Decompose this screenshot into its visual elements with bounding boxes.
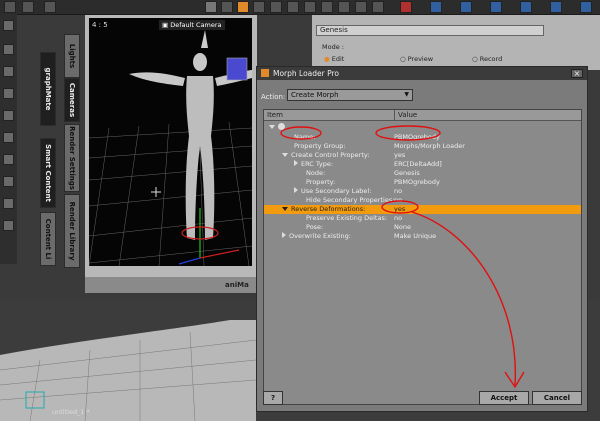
figure-head: [193, 53, 207, 71]
aspect-label: 4 : 5: [92, 21, 108, 29]
toolbar-tool-icon[interactable]: [490, 1, 502, 13]
tab-render-settings[interactable]: Render Settings: [64, 124, 80, 192]
scene-title: untitled_1 *: [52, 408, 90, 416]
camera-gizmo: [226, 57, 248, 81]
collapsed-icon: [294, 187, 298, 193]
tree-row-selected[interactable]: Reverse Deformations: yes: [264, 205, 581, 214]
tree-row[interactable]: Property Group: Morphs/Morph Loader: [264, 142, 581, 151]
viewport-scene: [89, 30, 252, 266]
save-icon[interactable]: [3, 88, 14, 99]
open-icon[interactable]: [3, 44, 14, 55]
undo-icon[interactable]: [3, 154, 14, 165]
figure-left-arm: [129, 72, 185, 86]
top-toolbar: [0, 0, 600, 15]
toolbar-tool-icon[interactable]: [430, 1, 442, 13]
radio-icon: ○: [472, 55, 480, 63]
cancel-button[interactable]: Cancel: [532, 391, 582, 405]
expand-icon: [269, 125, 275, 129]
animate-label: aniMa: [225, 281, 249, 289]
toolbar-tool-icon[interactable]: [4, 1, 16, 13]
toolbar-tool-icon[interactable]: [338, 1, 350, 13]
toolbar-tool-icon[interactable]: [22, 1, 34, 13]
parameters-panel: Genesis Mode : ● Edit ○ Preview ○ Record: [312, 15, 600, 70]
tree-row[interactable]: Node: Genesis: [264, 169, 581, 178]
tab-content-library[interactable]: Content Li: [40, 212, 56, 266]
morph-node-icon: [278, 123, 285, 130]
toolbar-tool-icon[interactable]: [270, 1, 282, 13]
toolbar-tool-icon[interactable]: [520, 1, 532, 13]
pointer-shape: [201, 30, 208, 48]
column-header-value[interactable]: Value: [394, 110, 581, 121]
mode-preview-radio[interactable]: ○ Preview: [400, 55, 433, 63]
tree-row[interactable]: Use Secondary Label: no: [264, 187, 581, 196]
tab-cameras[interactable]: Cameras: [64, 78, 80, 122]
mode-label: Mode :: [322, 43, 344, 51]
help-button[interactable]: ?: [263, 391, 283, 405]
tab-lights[interactable]: Lights: [64, 34, 80, 78]
toolbar-tool-icon[interactable]: [253, 1, 265, 13]
tree-row[interactable]: Preserve Existing Deltas: no: [264, 214, 581, 223]
collapsed-icon: [282, 232, 286, 238]
tab-smart-content[interactable]: Smart Content: [40, 138, 56, 208]
toolbar-tool-icon[interactable]: [287, 1, 299, 13]
expand-icon: [282, 207, 288, 211]
toolbar-tool-icon[interactable]: [372, 1, 384, 13]
toolbar-tool-icon[interactable]: [237, 1, 249, 13]
dialog-title: Morph Loader Pro: [273, 69, 340, 78]
tree-row[interactable]: Pose: None: [264, 223, 581, 232]
merge-icon[interactable]: [3, 66, 14, 77]
property-tree: Item Value Name: PBMOgrebody Property Gro…: [263, 109, 582, 405]
animate-bar: aniMa: [85, 277, 257, 293]
morph-loader-icon: [261, 69, 269, 77]
select-tool-icon[interactable]: [205, 1, 217, 13]
mode-record-radio[interactable]: ○ Record: [472, 55, 502, 63]
tree-row[interactable]: Overwrite Existing: Make Unique: [264, 232, 581, 241]
column-header-item[interactable]: Item: [264, 110, 394, 121]
toolbar-tool-icon[interactable]: [221, 1, 233, 13]
action-dropdown[interactable]: Create Morph ▼: [287, 89, 413, 101]
ground-grid: [89, 121, 252, 266]
viewport[interactable]: 4 : 5 ▣ Default Camera: [89, 18, 252, 266]
action-label: Action:: [261, 93, 286, 101]
radio-selected-icon: ●: [324, 55, 332, 63]
accept-button[interactable]: Accept: [479, 391, 529, 405]
collapsed-icon: [294, 160, 298, 166]
mode-edit-radio[interactable]: ● Edit: [324, 55, 344, 63]
redo-icon[interactable]: [3, 176, 14, 187]
chevron-down-icon: ▼: [404, 91, 409, 98]
tree-row[interactable]: Create Control Property: yes: [264, 151, 581, 160]
camera-selector[interactable]: ▣ Default Camera: [159, 20, 225, 30]
tool-icon[interactable]: [3, 220, 14, 231]
close-button[interactable]: ×: [571, 69, 583, 78]
move-cursor-icon: [151, 187, 161, 197]
toolbar-tool-icon[interactable]: [580, 1, 592, 13]
toolbar-tool-icon[interactable]: [550, 1, 562, 13]
toolbar-tool-icon[interactable]: [460, 1, 472, 13]
tool-icon[interactable]: [3, 198, 14, 209]
toolbar-tool-icon[interactable]: [44, 1, 56, 13]
toolbar-tool-icon[interactable]: [321, 1, 333, 13]
dialog-titlebar[interactable]: Morph Loader Pro ×: [257, 67, 587, 80]
camera-icon: ▣: [162, 21, 171, 29]
morph-loader-dialog: Morph Loader Pro × Action: Create Morph …: [256, 66, 588, 412]
toolbar-tool-icon[interactable]: [355, 1, 367, 13]
export-icon[interactable]: [3, 132, 14, 143]
new-icon[interactable]: [3, 20, 14, 31]
tree-row[interactable]: Name: PBMOgrebody: [264, 133, 581, 142]
tab-graphmate[interactable]: graphMate: [40, 52, 56, 126]
tab-render-library[interactable]: Render Library: [64, 194, 80, 268]
left-tool-column: [0, 14, 17, 264]
tree-row[interactable]: Property: PBMOgrebody: [264, 178, 581, 187]
tree-row[interactable]: Hide Secondary Properties: no: [264, 196, 581, 205]
toolbar-tool-icon[interactable]: [304, 1, 316, 13]
tree-root-row[interactable]: [264, 123, 581, 132]
tree-row[interactable]: ERC Type: ERC[DeltaAdd]: [264, 160, 581, 169]
radio-icon: ○: [400, 55, 408, 63]
toolbar-render-icon[interactable]: [400, 1, 412, 13]
import-icon[interactable]: [3, 110, 14, 121]
expand-icon: [282, 153, 288, 157]
figure-selector[interactable]: Genesis: [316, 25, 544, 36]
